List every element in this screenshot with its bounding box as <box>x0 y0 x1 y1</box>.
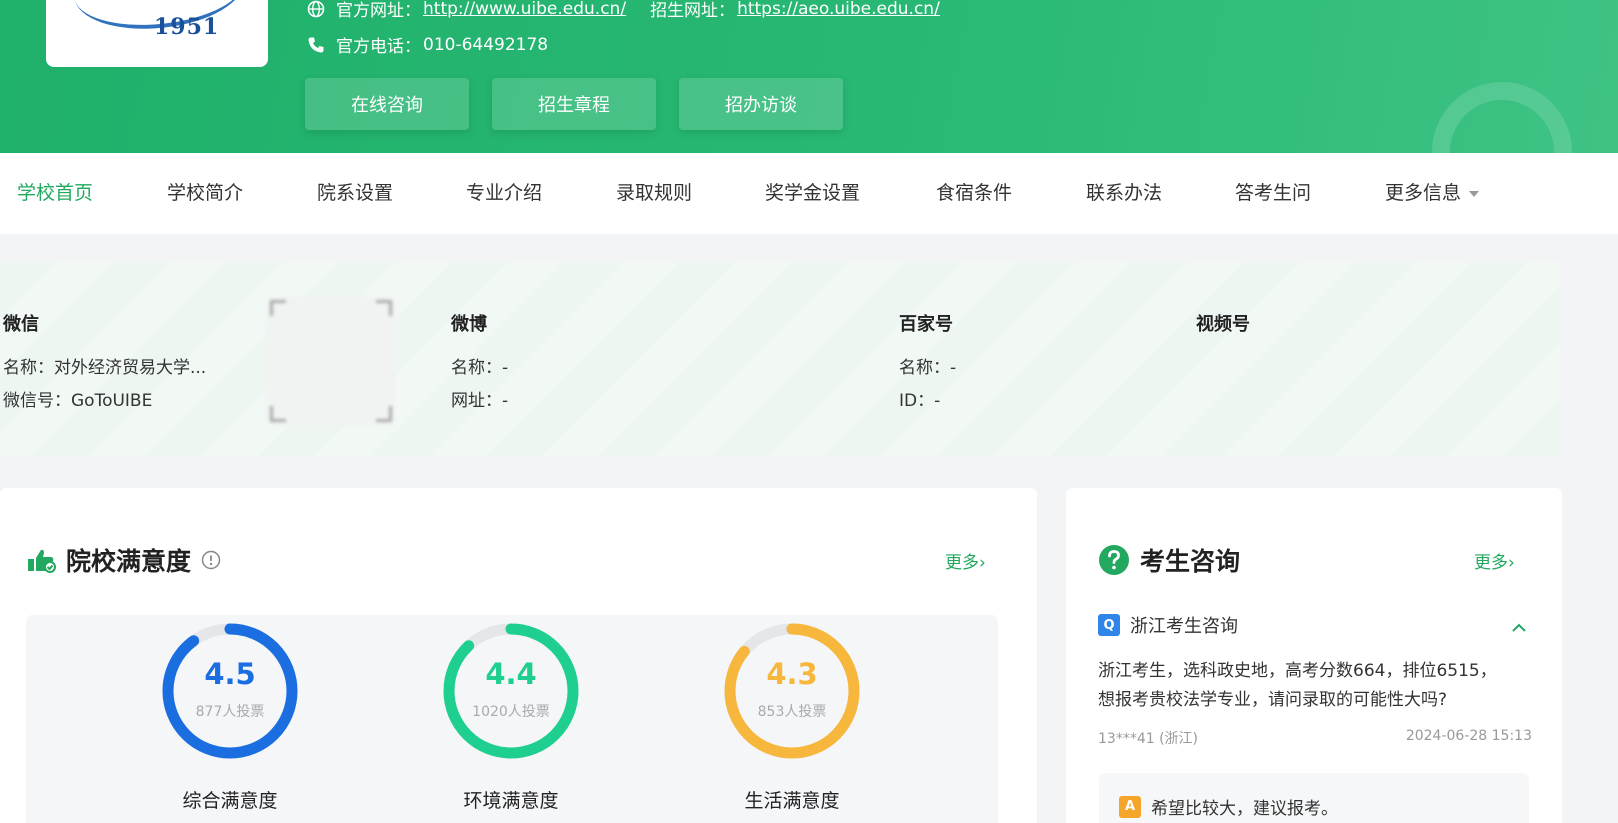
satisfaction-header: 院校满意度 <box>26 542 221 578</box>
admission-rules-button[interactable]: 招生章程 <box>492 78 656 130</box>
chevron-down-icon <box>1469 190 1480 197</box>
question-tag-icon: Q <box>1098 614 1120 636</box>
rating-votes-environment: 1020人投票 <box>472 704 550 720</box>
consult-card: 考生咨询 更多› Q 浙江考生咨询 浙江考生，选科政史地，高考分数664，排位6… <box>1066 488 1562 823</box>
official-site-label: 官方网址： <box>336 1 421 21</box>
video-title: 视频号 <box>1196 314 1250 335</box>
rating-ring-environment <box>443 623 579 759</box>
satisfaction-more-link[interactable]: 更多› <box>945 548 986 573</box>
phone-icon <box>306 35 326 55</box>
question-title: 浙江考生咨询 <box>1130 616 1238 637</box>
website-line: 官方网址： http://www.uibe.edu.cn/ 招生网址： http… <box>306 0 964 21</box>
question-time: 2024-06-28 15:13 <box>1405 728 1532 744</box>
admission-site-link[interactable]: https://aeo.uibe.edu.cn/ <box>737 0 940 19</box>
question-text-line-1: 浙江考生，选科政史地，高考分数664，排位6515， <box>1098 661 1497 681</box>
consult-title: 考生咨询 <box>1140 547 1241 576</box>
phone-label: 官方电话： <box>336 37 421 57</box>
question-text-line-2: 想报考贵校法学专业，请问录取的可能性大吗? <box>1098 690 1448 710</box>
info-icon[interactable] <box>201 550 221 570</box>
rating-name-environment: 环境满意度 <box>463 790 559 812</box>
nav-admission-rules[interactable]: 录取规则 <box>616 153 692 234</box>
question-title-row[interactable]: Q 浙江考生咨询 <box>1098 612 1238 638</box>
phone-line: 官方电话： 010-64492178 <box>306 32 548 57</box>
question-user: 13***41 (浙江) <box>1098 731 1199 747</box>
baijiahao-name: 名称：- <box>899 358 957 378</box>
satisfaction-ratings: 4.5 877人投票 综合满意度 4.4 1020人投票 环境满意度 4.3 8… <box>26 615 998 823</box>
nav-accommodation[interactable]: 食宿条件 <box>936 153 1012 234</box>
weibo-title: 微博 <box>451 314 487 335</box>
official-site-link[interactable]: http://www.uibe.edu.cn/ <box>423 0 626 19</box>
weibo-url: 网址：- <box>451 391 509 411</box>
chevron-up-icon[interactable] <box>1511 618 1527 637</box>
nav-scholarships[interactable]: 奖学金设置 <box>765 153 860 234</box>
rating-overall: 4.5 877人投票 综合满意度 <box>140 621 320 821</box>
nav-qa[interactable]: 答考生问 <box>1235 153 1311 234</box>
nav-contact[interactable]: 联系办法 <box>1086 153 1162 234</box>
phone-number: 010-64492178 <box>423 34 549 55</box>
school-header: 1951 官方网址： http://www.uibe.edu.cn/ 招生网址：… <box>0 0 1618 153</box>
nav-more-label: 更多信息 <box>1385 182 1462 204</box>
satisfaction-icon <box>26 547 56 573</box>
rating-environment: 4.4 1020人投票 环境满意度 <box>421 621 601 821</box>
rating-name-overall: 综合满意度 <box>182 790 278 812</box>
decorative-ring <box>1432 82 1572 153</box>
question-mark-icon <box>1098 544 1130 576</box>
consult-more-link[interactable]: 更多› <box>1474 548 1515 573</box>
logo-year: 1951 <box>154 14 220 40</box>
wechat-name: 名称：对外经济贸易大学... <box>3 358 207 378</box>
admission-site-label: 招生网址： <box>650 1 736 21</box>
rating-votes-overall: 877人投票 <box>195 704 265 720</box>
rating-votes-life: 853人投票 <box>757 704 827 720</box>
nav-intro[interactable]: 学校简介 <box>167 153 243 234</box>
online-consult-button[interactable]: 在线咨询 <box>305 78 469 130</box>
admission-interview-button[interactable]: 招办访谈 <box>679 78 843 130</box>
satisfaction-title: 院校满意度 <box>66 547 192 576</box>
baijiahao-title: 百家号 <box>899 314 953 335</box>
wechat-title: 微信 <box>3 314 39 335</box>
answer-tag-icon: A <box>1119 795 1141 818</box>
satisfaction-card: 院校满意度 更多› 4.5 877人投票 综合满意度 4.4 1020人投票 环… <box>0 488 1037 823</box>
main-nav: 学校首页 学校简介 院系设置 专业介绍 录取规则 奖学金设置 食宿条件 联系办法… <box>0 153 1618 234</box>
header-buttons: 在线咨询 招生章程 招办访谈 <box>305 78 843 130</box>
nav-more[interactable]: 更多信息 <box>1385 153 1480 234</box>
rating-life: 4.3 853人投票 生活满意度 <box>702 621 882 821</box>
globe-icon <box>306 0 326 19</box>
social-media-panel: 微信 名称：对外经济贸易大学... 微信号：GoToUIBE 微博 名称：- 网… <box>0 262 1560 457</box>
weibo-name: 名称：- <box>451 358 509 378</box>
nav-departments[interactable]: 院系设置 <box>317 153 393 234</box>
wechat-qr-code <box>266 296 396 426</box>
consult-header: 考生咨询 <box>1098 542 1240 578</box>
rating-ring-life <box>724 623 860 759</box>
rating-score-overall: 4.5 <box>204 657 256 691</box>
rating-ring-overall <box>162 623 298 759</box>
school-logo[interactable]: 1951 <box>46 0 268 67</box>
rating-name-life: 生活满意度 <box>744 790 840 812</box>
nav-home[interactable]: 学校首页 <box>17 153 93 234</box>
baijiahao-id: ID：- <box>899 391 941 411</box>
answer-box: A 希望比较大，建议报考。 <box>1099 773 1529 823</box>
answer-row: A 希望比较大，建议报考。 <box>1119 794 1338 819</box>
wechat-id: 微信号：GoToUIBE <box>3 391 153 411</box>
rating-score-life: 4.3 <box>766 657 818 691</box>
rating-score-environment: 4.4 <box>485 657 537 691</box>
nav-majors[interactable]: 专业介绍 <box>466 153 542 234</box>
answer-text: 希望比较大，建议报考。 <box>1151 799 1338 819</box>
